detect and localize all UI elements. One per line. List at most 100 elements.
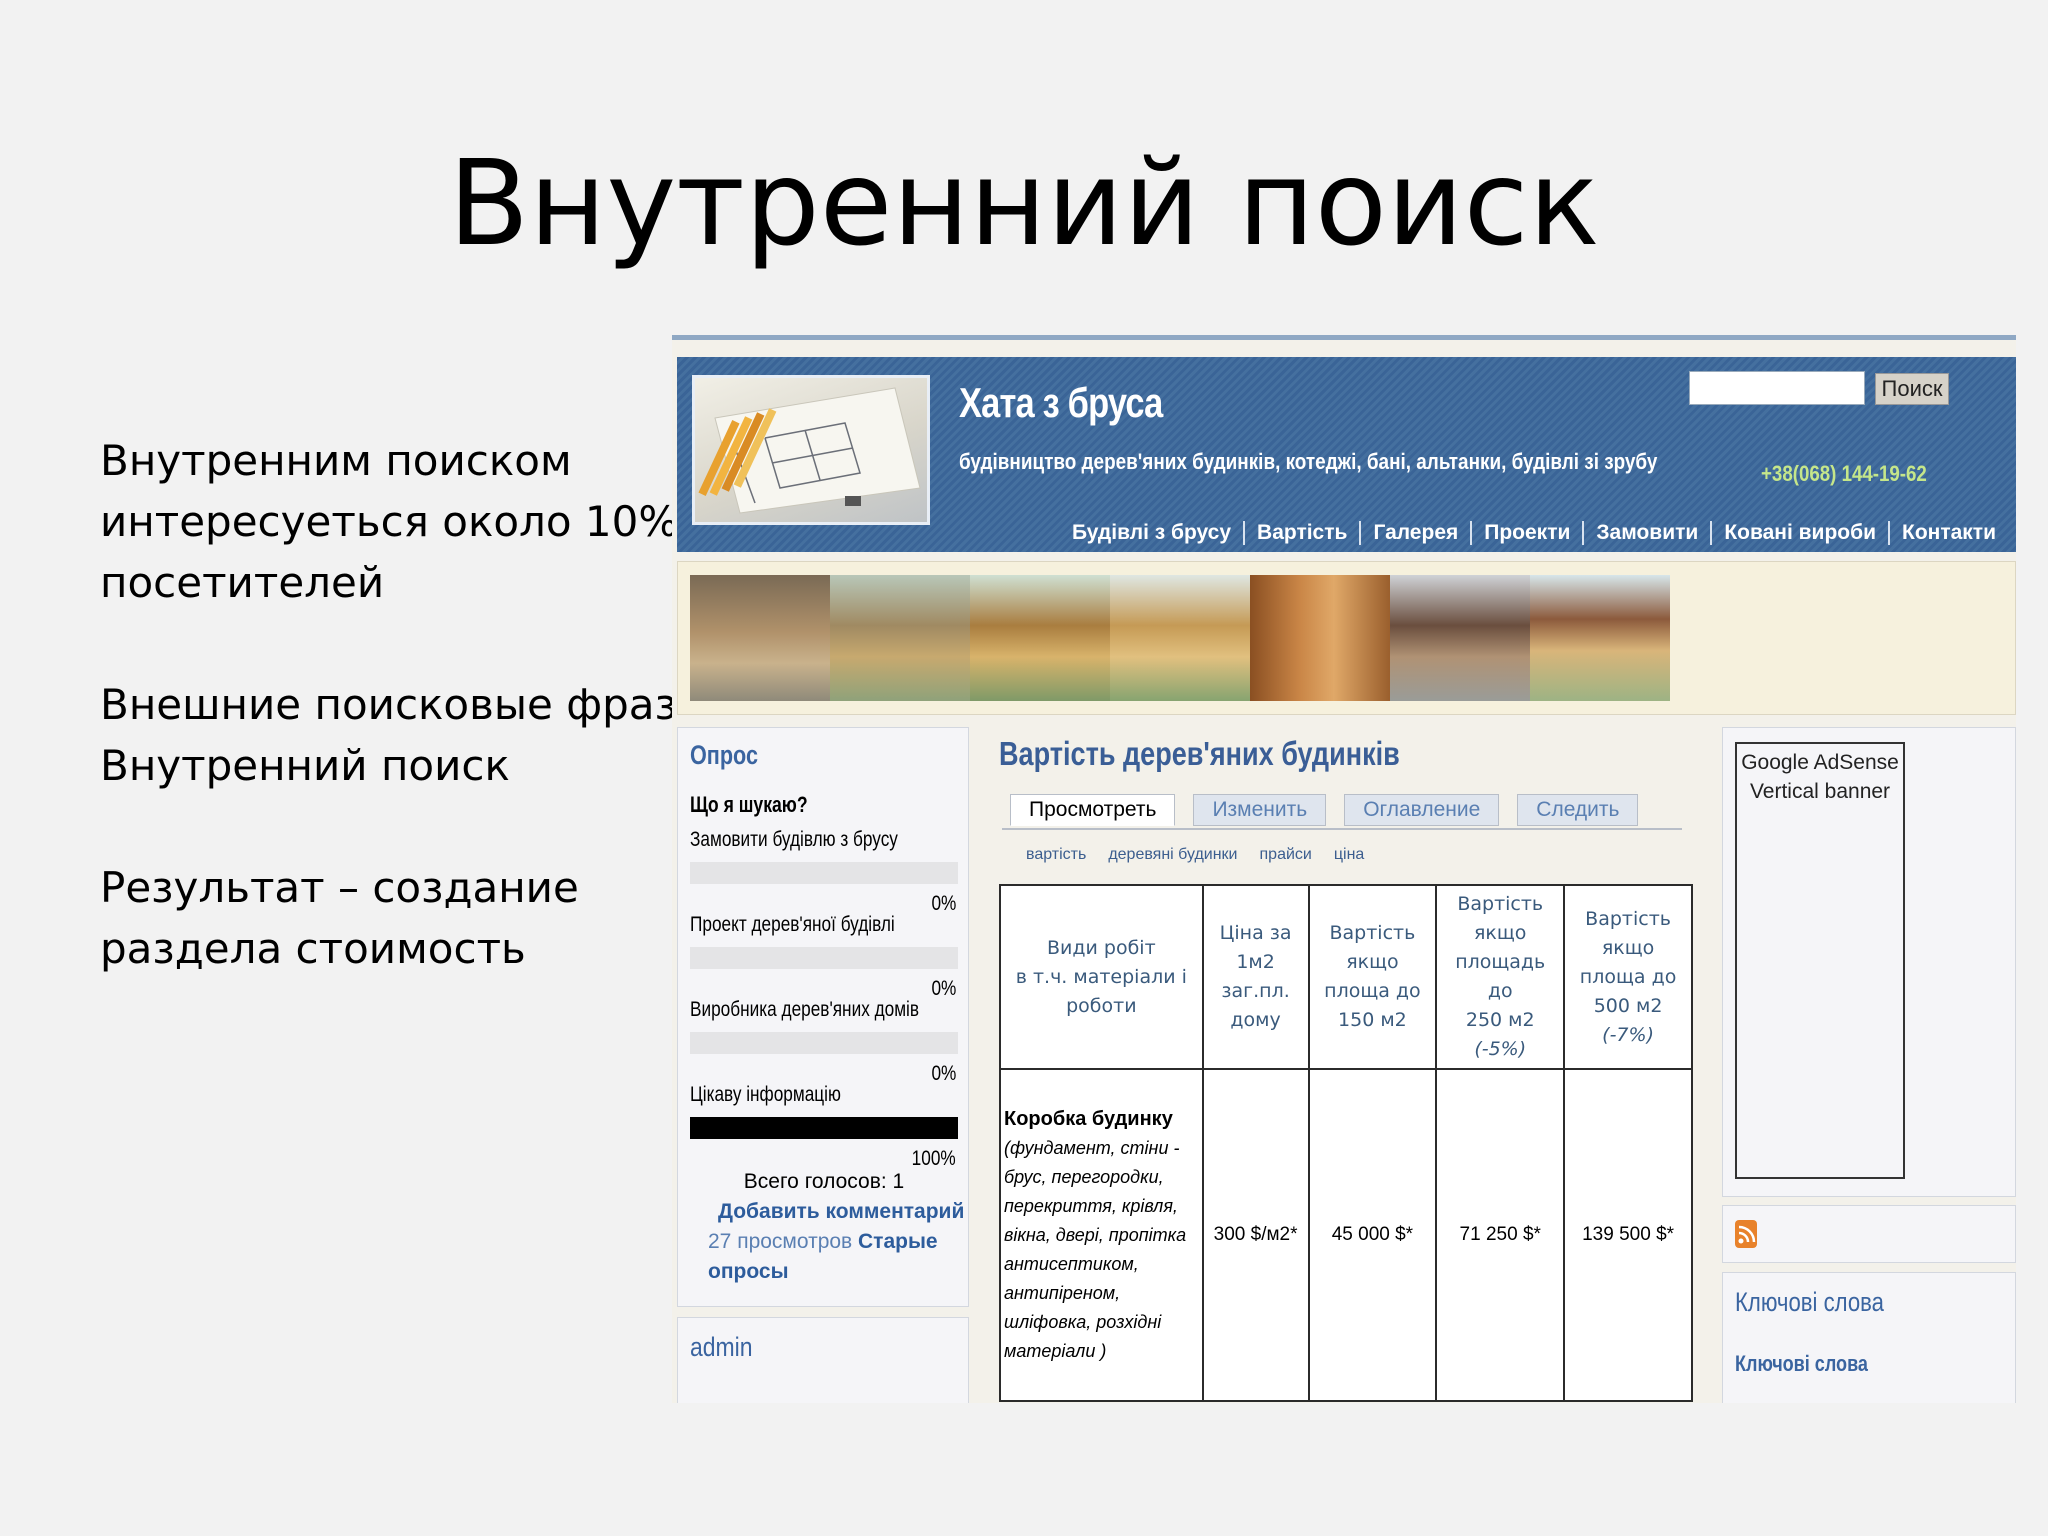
header-work-types: Види робіт в т.ч. матеріали і роботи <box>999 884 1204 1070</box>
header-line: дому <box>1230 1009 1281 1031</box>
cell-cost-250: 71 250 $* <box>1435 1068 1566 1402</box>
house-photo[interactable] <box>690 575 830 701</box>
header-line: площа до <box>1324 980 1421 1002</box>
tab-divider <box>1002 828 1682 830</box>
work-desc-line: брус, перегородки, <box>1004 1166 1164 1187</box>
poll-bar-3 <box>690 1032 958 1054</box>
header-cost-250: Вартість якщо площадь до 250 м2 (-5%) <box>1435 884 1566 1070</box>
phone-number: +38(068) 144-19-62 <box>1761 461 1927 486</box>
tab-view[interactable]: Просмотреть <box>1010 794 1176 826</box>
tab-outline[interactable]: Оглавление <box>1344 794 1500 826</box>
house-photo[interactable] <box>1110 575 1250 701</box>
tag-link[interactable]: прайси <box>1260 846 1312 864</box>
old-polls-link[interactable]: Старые <box>858 1230 938 1254</box>
header-line: Види робіт <box>1047 936 1156 959</box>
admin-title: admin <box>690 1332 753 1362</box>
poll-bar-1 <box>690 862 958 884</box>
main-nav: Будівлі з брусу Вартість Галерея Проекти… <box>1060 521 2008 545</box>
slide-title: Внутренний поиск <box>448 134 1600 272</box>
page-tabs: Просмотреть Изменить Оглавление Следить <box>1010 794 1656 826</box>
search-button[interactable]: Поиск <box>1875 373 1949 405</box>
house-photo[interactable] <box>830 575 970 701</box>
house-photo[interactable] <box>1250 575 1390 701</box>
keywords-title: Ключові слова <box>1735 1287 1884 1317</box>
bullet-3-line-2: раздела стоимость <box>100 924 526 973</box>
header-line: до <box>1487 980 1513 1002</box>
poll-percent-4: 100% <box>911 1147 956 1170</box>
poll-option-2[interactable]: Проект дерев'яної будівлі <box>690 913 895 937</box>
work-title: Коробка будинку <box>1004 1107 1173 1130</box>
search-input[interactable] <box>1689 371 1865 405</box>
header-line: площа до <box>1579 965 1677 988</box>
nav-item-forged[interactable]: Ковані вироби <box>1710 521 1888 545</box>
bullet-1-line-2: интересуеться около 10% <box>100 497 672 546</box>
house-photo[interactable] <box>1530 575 1670 701</box>
nav-item-price[interactable]: Вартість <box>1243 521 1359 545</box>
tab-watch[interactable]: Следить <box>1517 794 1639 826</box>
poll-option-3[interactable]: Виробника дерев'яних домів <box>690 998 919 1022</box>
header-line: заг.пл. <box>1221 980 1290 1002</box>
header-line: якщо <box>1346 951 1399 973</box>
site-tagline: будівництво дерев'яних будинків, котеджі… <box>959 449 1658 474</box>
header-price-per-m2: Ціна за 1м2 заг.пл. дому <box>1201 884 1310 1070</box>
rss-icon[interactable] <box>1735 1220 1757 1248</box>
nav-item-buildings[interactable]: Будівлі з брусу <box>1060 521 1243 545</box>
site-logo[interactable] <box>692 375 930 525</box>
table-row: Коробка будинку (фундамент, стіни - брус… <box>999 1068 1693 1402</box>
ad-label-line-2: Vertical banner <box>1749 780 1891 803</box>
bullet-list: Внутренним поиском интересуеться около 1… <box>100 430 672 1040</box>
work-desc-line: (фундамент, стіни - <box>1004 1137 1180 1158</box>
house-photo[interactable] <box>970 575 1110 701</box>
photo-strip <box>677 561 2016 715</box>
nav-item-gallery[interactable]: Галерея <box>1359 521 1470 545</box>
cell-cost-500: 139 500 $* <box>1563 1068 1693 1402</box>
header-line: 1м2 <box>1236 951 1275 973</box>
admin-block: admin <box>677 1317 969 1403</box>
cell-work: Коробка будинку (фундамент, стіни - брус… <box>999 1068 1204 1402</box>
nav-item-order[interactable]: Замовити <box>1582 521 1710 545</box>
header-line: Вартість <box>1585 907 1671 930</box>
bullet-1-line-1: Внутренним поиском <box>100 436 572 485</box>
bullet-2-line-2: Внутренний поиск <box>100 741 510 790</box>
ad-label-line-1: Google AdSense <box>1741 751 1899 774</box>
cell-price: 300 $/м2* <box>1201 1068 1310 1402</box>
rss-glyph <box>1738 1225 1756 1244</box>
bullet-1: Внутренним поиском интересуеться около 1… <box>100 430 672 613</box>
ad-sidebar: Google AdSense Vertical banner <box>1722 727 2016 1197</box>
work-desc-line: антисептиком, <box>1004 1253 1139 1274</box>
header-discount: (-5%) <box>1474 1038 1527 1060</box>
site-title[interactable]: Хата з бруса <box>959 379 1163 427</box>
poll-views: 27 просмотров <box>708 1230 853 1253</box>
header-cost-500: Вартість якщо площа до 500 м2 (-7%) <box>1563 884 1693 1070</box>
bullet-2: Внешние поисковые фразы Внутренний поиск <box>100 674 672 796</box>
old-polls-link-line-2[interactable]: опросы <box>708 1260 789 1284</box>
table-header-row: Види робіт в т.ч. матеріали і роботи Цін… <box>999 884 1693 1070</box>
tag-link[interactable]: вартість <box>1026 846 1086 864</box>
keywords-link[interactable]: Ключові слова <box>1735 1351 1868 1377</box>
house-photo[interactable] <box>1390 575 1530 701</box>
work-desc-line: вікна, двері, пропітка <box>1004 1224 1187 1245</box>
poll-percent-1: 0% <box>931 892 956 915</box>
bullet-2-line-1: Внешние поисковые фразы <box>100 680 672 729</box>
header-line: 150 м2 <box>1338 1009 1407 1031</box>
tag-list: вартість деревяні будинки прайси ціна <box>1026 846 1386 864</box>
poll-option-1[interactable]: Замовити будівлю з брусу <box>690 828 898 852</box>
tag-link[interactable]: деревяні будинки <box>1108 846 1237 864</box>
poll-option-4[interactable]: Цікаву інформацію <box>690 1083 841 1107</box>
top-border <box>672 335 2016 340</box>
tab-edit[interactable]: Изменить <box>1193 794 1327 826</box>
header-line: площадь <box>1455 951 1546 973</box>
poll-bar-fill-4 <box>690 1117 958 1139</box>
poll-bar-2 <box>690 947 958 969</box>
work-desc-line: шліфовка, розхідні <box>1004 1311 1162 1332</box>
tag-link[interactable]: ціна <box>1334 846 1364 864</box>
poll-bar-4 <box>690 1117 958 1139</box>
nav-item-contacts[interactable]: Контакти <box>1888 521 2008 545</box>
poll-question: Що я шукаю? <box>690 792 808 817</box>
cell-cost-150: 45 000 $* <box>1307 1068 1438 1402</box>
nav-item-projects[interactable]: Проекти <box>1470 521 1582 545</box>
add-comment-link[interactable]: Добавить комментарий <box>718 1200 964 1224</box>
header-line: роботи <box>1066 994 1137 1017</box>
adsense-banner[interactable]: Google AdSense Vertical banner <box>1735 742 1905 1179</box>
work-desc-line: перекриття, крівля, <box>1004 1195 1178 1216</box>
